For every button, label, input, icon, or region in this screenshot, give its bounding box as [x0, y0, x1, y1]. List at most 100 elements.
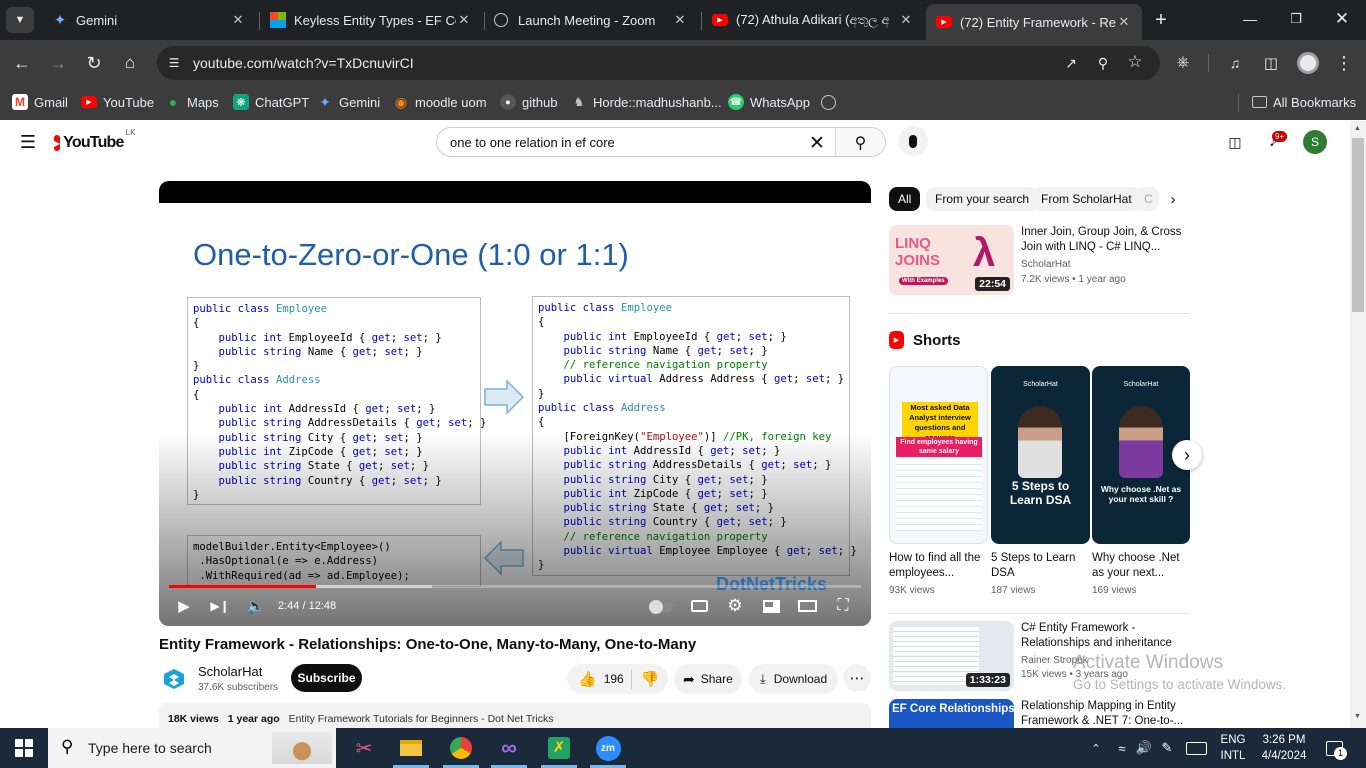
clock[interactable]: 3:26 PM 4/4/2024: [1256, 732, 1312, 764]
restore-button[interactable]: ❐: [1274, 4, 1318, 34]
taskbar-search[interactable]: ⚲ Type here to search: [48, 728, 336, 768]
subtitles-icon[interactable]: [689, 596, 709, 616]
tab-zoom[interactable]: Launch Meeting - Zoom ✕: [486, 5, 696, 35]
youtube-logo[interactable]: ▶ YouTube LK: [54, 128, 135, 153]
maps-pin-icon: ●: [168, 94, 178, 110]
profile-avatar[interactable]: [1297, 52, 1319, 74]
chatgpt-icon: ❋: [233, 94, 249, 110]
side-panel-icon[interactable]: ◫: [1258, 49, 1284, 77]
autoplay-toggle[interactable]: [649, 600, 673, 614]
miniplayer-icon[interactable]: [761, 596, 781, 616]
close-icon[interactable]: ✕: [898, 12, 914, 28]
media-control-icon[interactable]: ♫: [1222, 49, 1248, 77]
bookmark-horde[interactable]: ♞ Horde::madhushanb...: [571, 92, 722, 112]
chip-all[interactable]: All: [889, 187, 921, 211]
zoom-app-icon[interactable]: zm: [594, 734, 622, 762]
related-video[interactable]: LINQ JOINS With Examples λ 22:54 Inner J…: [889, 225, 1190, 297]
bookmark-gmail[interactable]: M Gmail: [12, 92, 68, 112]
back-button[interactable]: ←: [8, 49, 36, 77]
reload-button[interactable]: ↻: [80, 49, 108, 77]
language-indicator[interactable]: ENG INTL: [1216, 732, 1250, 764]
bookmark-whatsapp[interactable]: ☎ WhatsApp: [728, 92, 810, 112]
like-button[interactable]: 👍 196: [567, 664, 631, 694]
voice-search-button[interactable]: [898, 126, 928, 156]
bookmark-star-icon[interactable]: ☆: [1126, 52, 1144, 71]
minimize-button[interactable]: —: [1228, 4, 1272, 34]
bookmark-globe[interactable]: [821, 92, 842, 112]
url-text[interactable]: youtube.com/watch?v=TxDcnuvirCI: [193, 55, 414, 71]
bookmark-maps[interactable]: ● Maps: [165, 92, 219, 112]
scroll-down-arrow[interactable]: ▼: [1354, 713, 1361, 720]
fullscreen-icon[interactable]: ⛶: [833, 596, 853, 616]
search-box[interactable]: one to one relation in ef core ✕ ⚲: [436, 127, 886, 157]
clear-search-icon[interactable]: ✕: [805, 131, 829, 155]
chrome-icon[interactable]: [447, 734, 475, 762]
dislike-button[interactable]: 👎: [632, 664, 668, 694]
zoom-icon[interactable]: ⚲: [1094, 54, 1112, 72]
close-icon[interactable]: ✕: [672, 12, 688, 28]
download-button[interactable]: ⤓ Download: [749, 664, 838, 694]
pen-icon[interactable]: ✎: [1157, 738, 1177, 758]
tab-keyless-entity[interactable]: Keyless Entity Types - EF Cor ✕: [262, 5, 480, 35]
tab-gemini[interactable]: ✦ Gemini ✕: [44, 5, 254, 35]
account-avatar[interactable]: S: [1303, 130, 1327, 154]
bookmark-chatgpt[interactable]: ❋ ChatGPT: [233, 92, 309, 112]
related-video[interactable]: EF Core Relationships Relationship Mappi…: [889, 699, 1190, 728]
site-info-icon[interactable]: ☰: [165, 54, 183, 72]
chip-more[interactable]: C: [1135, 187, 1159, 211]
volume-icon[interactable]: 🔈: [245, 595, 267, 617]
video-player[interactable]: One-to-Zero-or-One (1:0 or 1:1) public c…: [159, 181, 871, 626]
address-bar[interactable]: ☰ youtube.com/watch?v=TxDcnuvirCI ↗ ⚲ ☆: [157, 46, 1160, 80]
visual-studio-icon[interactable]: ∞: [495, 734, 523, 762]
channel-avatar[interactable]: [159, 664, 189, 694]
all-bookmarks-button[interactable]: All Bookmarks: [1252, 92, 1356, 112]
bookmark-youtube[interactable]: ▶ YouTube: [81, 92, 154, 112]
keyboard-icon[interactable]: [1184, 738, 1208, 758]
playlist-link[interactable]: Entity Framework Tutorials for Beginners…: [289, 713, 554, 725]
open-in-app-icon[interactable]: ↗: [1062, 54, 1080, 72]
close-icon[interactable]: ✕: [456, 12, 472, 28]
action-center-icon[interactable]: 1: [1322, 736, 1347, 760]
subscribe-button[interactable]: Subscribe: [291, 664, 362, 692]
theater-mode-icon[interactable]: [796, 596, 818, 616]
bookmark-github[interactable]: ● github: [500, 92, 557, 112]
chips-next-icon[interactable]: ›: [1163, 189, 1183, 209]
tab-entity-framework[interactable]: ▶ (72) Entity Framework - Relat ✕: [926, 4, 1142, 40]
tab-athula[interactable]: ▶ (72) Athula Adikari (අතුල අ ✕: [704, 5, 922, 35]
excel-icon[interactable]: ✗: [545, 734, 573, 762]
share-button[interactable]: ➦ Share: [674, 664, 742, 694]
page-scrollbar[interactable]: ▲ ▼: [1350, 121, 1366, 728]
chip-from-search[interactable]: From your search: [926, 187, 1039, 211]
tray-overflow-icon[interactable]: ⌃: [1086, 738, 1106, 758]
progress-bar[interactable]: [169, 585, 861, 588]
home-button[interactable]: ⌂: [116, 49, 144, 77]
settings-gear-icon[interactable]: ⚙: [724, 595, 746, 617]
tab-search-button[interactable]: ▼: [6, 7, 34, 33]
bookmark-moodle[interactable]: ◉ moodle uom: [393, 92, 487, 112]
search-button[interactable]: ⚲: [835, 128, 885, 156]
file-explorer-icon[interactable]: [397, 734, 425, 762]
close-icon[interactable]: ✕: [230, 12, 246, 28]
channel-name[interactable]: ScholarHat: [198, 664, 262, 679]
wifi-icon[interactable]: ≈: [1112, 738, 1132, 758]
play-button[interactable]: ▶: [173, 595, 195, 617]
bookmark-gemini[interactable]: ✦ Gemini: [317, 92, 380, 112]
start-button[interactable]: [0, 728, 48, 768]
shorts-next-button[interactable]: ›: [1172, 440, 1202, 470]
search-input[interactable]: one to one relation in ef core: [450, 135, 615, 150]
next-button[interactable]: ▶❙: [209, 595, 231, 617]
extensions-icon[interactable]: ⎈: [1170, 49, 1196, 77]
new-tab-button[interactable]: +: [1150, 8, 1172, 32]
close-window-button[interactable]: ✕: [1320, 4, 1364, 34]
chip-from-scholarhat[interactable]: From ScholarHat: [1032, 187, 1141, 211]
create-video-icon[interactable]: ◫: [1222, 129, 1248, 155]
close-icon[interactable]: ✕: [1116, 14, 1132, 30]
scrollbar-thumb[interactable]: [1352, 138, 1364, 312]
volume-tray-icon[interactable]: 🔊: [1134, 738, 1154, 758]
snipping-tool-icon[interactable]: ✂: [350, 734, 378, 762]
scroll-up-arrow[interactable]: ▲: [1354, 125, 1361, 132]
more-actions-button[interactable]: ⋯: [843, 664, 871, 692]
forward-button[interactable]: →: [44, 49, 72, 77]
hamburger-menu-icon[interactable]: ☰: [16, 130, 40, 154]
kebab-menu-icon[interactable]: ⋮: [1332, 49, 1356, 77]
